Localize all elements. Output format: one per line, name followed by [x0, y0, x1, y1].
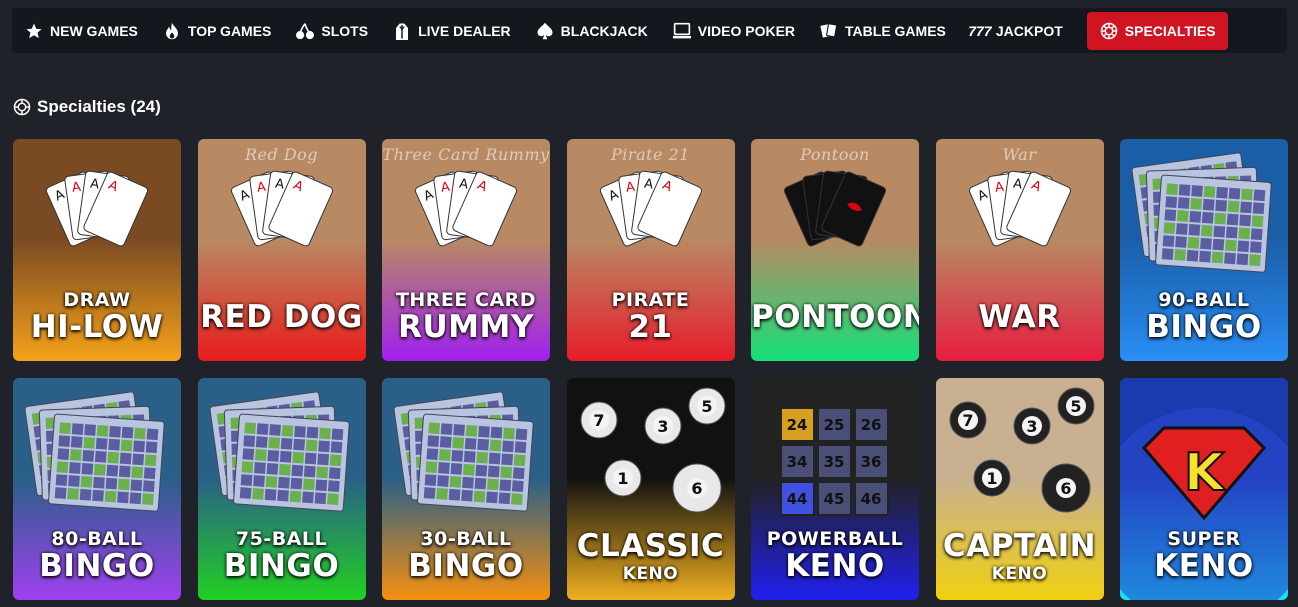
game-grid: A A A A DRAW HI-LOW A A A A Red Dog RED DOG A A A A Thre… — [13, 139, 1288, 600]
tile-title: CAPTAIN — [942, 528, 1097, 564]
tile-title: RUMMY — [398, 309, 534, 345]
777-icon: 777 — [968, 22, 992, 39]
game-tile-80-ball-bingo[interactable]: 80-BALL BINGO — [13, 378, 181, 600]
svg-text:24: 24 — [787, 416, 808, 434]
nav-label: SPECIALTIES — [1124, 22, 1216, 39]
svg-text:1: 1 — [617, 469, 628, 488]
cards-icon — [819, 21, 839, 41]
tile-title: 21 — [628, 309, 673, 345]
category-nav: NEW GAMES TOP GAMES SLOTS LIVE DEALER BL… — [12, 8, 1287, 53]
nav-slots[interactable]: SLOTS — [283, 12, 380, 50]
tile-title: BINGO — [223, 548, 340, 584]
tile-title-line1: PIRATE — [611, 289, 690, 311]
game-tile-red-dog[interactable]: A A A A Red Dog RED DOG — [197, 139, 366, 361]
svg-text:44: 44 — [787, 490, 808, 508]
monitor-icon — [672, 21, 692, 41]
nav-label: JACKPOT — [995, 22, 1063, 39]
tile-subtitle: KENO — [622, 564, 679, 584]
tile-title-line1: 30-BALL — [420, 528, 512, 550]
nav-top-games[interactable]: TOP GAMES — [150, 12, 284, 50]
cherries-icon — [295, 21, 315, 41]
tile-title: KENO — [1154, 548, 1254, 584]
tile-title: KENO — [785, 548, 885, 584]
tile-title-line1: DRAW — [63, 289, 131, 311]
tile-title: HI-LOW — [30, 309, 164, 345]
svg-text:7: 7 — [593, 411, 604, 430]
svg-text:3: 3 — [657, 417, 668, 436]
chip-icon — [1099, 21, 1119, 41]
tile-title: BINGO — [408, 548, 524, 584]
star-icon — [24, 21, 44, 41]
tile-title-line1: 80-BALL — [51, 528, 143, 550]
svg-text:7: 7 — [962, 411, 973, 430]
tile-banner: Red Dog — [244, 145, 319, 164]
svg-text:K: K — [1184, 443, 1226, 503]
dealer-icon — [392, 21, 412, 41]
svg-text:5: 5 — [1070, 397, 1081, 416]
tile-title: RED DOG — [200, 299, 363, 335]
tile-title-line1: 75-BALL — [235, 528, 328, 550]
game-tile-90-ball-bingo[interactable]: 90-BALL BINGO — [1120, 139, 1288, 361]
tile-title-line1: POWERBALL — [766, 528, 904, 550]
svg-text:6: 6 — [1060, 479, 1071, 498]
svg-text:5: 5 — [701, 397, 712, 416]
game-tile-pontoon[interactable]: Pontoon PONTOON — [751, 139, 919, 361]
spade-icon — [535, 21, 555, 41]
nav-label: TABLE GAMES — [845, 22, 946, 39]
svg-text:26: 26 — [861, 416, 882, 434]
svg-text:36: 36 — [861, 453, 882, 471]
section-heading: Specialties (24) — [13, 97, 161, 117]
tile-title: BINGO — [1146, 309, 1262, 345]
game-tile-three-card-rummy[interactable]: A A A A Three Card Rummy THREE CARD RUMMY — [382, 139, 550, 361]
nav-label: SLOTS — [321, 22, 369, 39]
chip-icon — [13, 98, 31, 116]
game-tile-30-ball-bingo[interactable]: 30-BALL BINGO — [382, 378, 550, 600]
game-tile-75-ball-bingo[interactable]: 75-BALL BINGO — [197, 378, 366, 600]
tile-title-line1: 90-BALL — [1158, 289, 1250, 311]
tile-title: WAR — [978, 299, 1061, 335]
nav-new-games[interactable]: NEW GAMES — [12, 12, 150, 50]
tile-title: BINGO — [39, 548, 155, 584]
svg-text:1: 1 — [986, 469, 997, 488]
nav-blackjack[interactable]: BLACKJACK — [523, 12, 660, 50]
nav-live-dealer[interactable]: LIVE DEALER — [380, 12, 523, 50]
svg-text:35: 35 — [824, 453, 845, 471]
tile-subtitle: KENO — [991, 564, 1048, 584]
svg-text:3: 3 — [1026, 417, 1037, 436]
tile-banner: Pirate 21 — [611, 145, 690, 164]
tile-title: CLASSIC — [576, 528, 725, 564]
nav-label: VIDEO POKER — [697, 22, 796, 39]
tile-banner: Pontoon — [800, 145, 870, 164]
nav-label: TOP GAMES — [187, 22, 272, 39]
game-tile-classic-keno[interactable]: 7 3 5 1 6 CLASSIC KENO — [566, 378, 735, 600]
game-tile-pirate-21[interactable]: A A A A Pirate 21 PIRATE 21 — [566, 139, 735, 361]
game-tile-captain-keno[interactable]: 7 3 5 1 6 CAPTAIN KENO — [935, 378, 1104, 600]
tile-banner: Three Card Rummy — [382, 145, 550, 164]
game-tile-super-keno[interactable]: K SUPER KENO — [1120, 378, 1288, 600]
svg-text:45: 45 — [824, 490, 845, 508]
tile-title-line1: SUPER — [1167, 528, 1241, 550]
nav-label: LIVE DEALER — [418, 22, 511, 39]
tile-title: PONTOON — [751, 299, 919, 335]
svg-text:34: 34 — [787, 453, 808, 471]
section-title: Specialties (24) — [37, 97, 161, 116]
game-tile-powerball-keno[interactable]: 24 25 26 34 35 36 44 45 46 POWERBALL KENO — [751, 378, 919, 600]
svg-text:6: 6 — [691, 479, 702, 498]
flame-icon — [162, 21, 182, 41]
game-tile-war[interactable]: A A A A War WAR — [935, 139, 1104, 361]
svg-text:46: 46 — [861, 490, 882, 508]
nav-table-games[interactable]: TABLE GAMES — [807, 12, 958, 50]
nav-video-poker[interactable]: VIDEO POKER — [660, 12, 807, 50]
nav-jackpot[interactable]: 777 JACKPOT — [958, 12, 1075, 50]
tile-banner: War — [1002, 145, 1037, 164]
nav-label: BLACKJACK — [560, 22, 648, 39]
nav-label: NEW GAMES — [50, 22, 138, 39]
svg-text:25: 25 — [824, 416, 845, 434]
game-tile-draw-hi-low[interactable]: A A A A DRAW HI-LOW — [13, 139, 181, 361]
nav-specialties[interactable]: SPECIALTIES — [1086, 11, 1228, 50]
tile-title-line1: THREE CARD — [395, 289, 537, 311]
